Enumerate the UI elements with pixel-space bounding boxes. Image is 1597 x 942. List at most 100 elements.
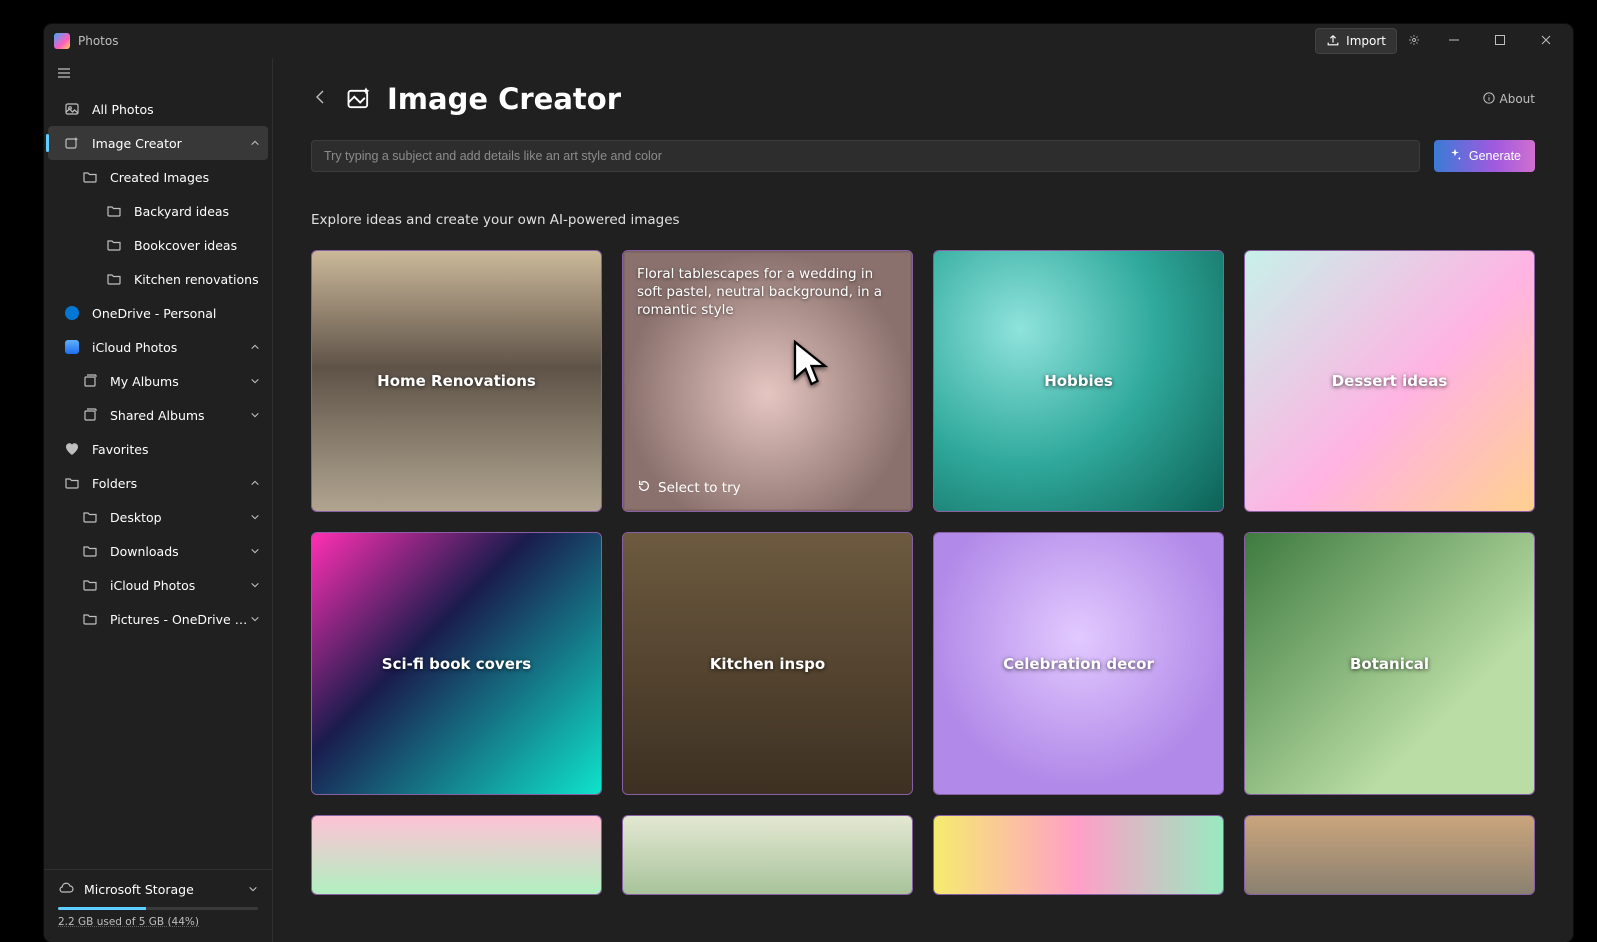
chevron-down-icon <box>250 544 260 559</box>
close-icon <box>1540 34 1552 49</box>
idea-card[interactable]: Celebration decor <box>933 532 1224 794</box>
chevron-up-icon <box>250 476 260 491</box>
sidebar-item-label: My Albums <box>110 374 250 389</box>
card-caption: Home Renovations <box>312 372 601 390</box>
app-window: Photos Import <box>44 24 1573 942</box>
idea-card[interactable] <box>1244 815 1535 895</box>
idea-card[interactable]: Kitchen inspo <box>622 532 913 794</box>
info-icon <box>1483 92 1495 107</box>
sidebar-item-label: Image Creator <box>92 136 250 151</box>
sidebar-item-label: Pictures - OneDrive Personal <box>110 612 250 627</box>
import-icon <box>1326 33 1340 50</box>
idea-card[interactable]: Floral tablescapes for a wedding in soft… <box>622 250 913 512</box>
page-title: Image Creator <box>387 82 621 116</box>
chevron-down-icon <box>250 510 260 525</box>
sidebar-item-label: Desktop <box>110 510 250 525</box>
storage-fill <box>58 907 146 910</box>
idea-card[interactable]: Dessert ideas <box>1244 250 1535 512</box>
card-caption: Celebration decor <box>934 655 1223 673</box>
sidebar-item-label: All Photos <box>92 102 260 117</box>
back-button[interactable] <box>311 89 331 109</box>
settings-button[interactable] <box>1397 24 1431 58</box>
sidebar-item-folders[interactable]: Folders <box>48 466 268 500</box>
album-icon <box>82 373 98 389</box>
folder-icon <box>106 203 122 219</box>
chevron-down-icon <box>250 374 260 389</box>
minimize-button[interactable] <box>1431 24 1477 58</box>
hamburger-button[interactable] <box>44 58 272 92</box>
about-link[interactable]: About <box>1483 92 1535 107</box>
arrow-left-icon <box>313 89 329 109</box>
idea-card[interactable]: Botanical <box>1244 532 1535 794</box>
card-background <box>312 816 601 894</box>
sidebar-item-desktop[interactable]: Desktop <box>48 500 268 534</box>
sidebar-item-label: Favorites <box>92 442 260 457</box>
gear-icon <box>1408 34 1420 49</box>
hamburger-icon <box>56 65 72 85</box>
sidebar-item-icloudf[interactable]: iCloud Photos <box>48 568 268 602</box>
sidebar-item-label: iCloud Photos <box>92 340 250 355</box>
idea-card[interactable]: Home Renovations <box>311 250 602 512</box>
app-title: Photos <box>78 34 118 48</box>
sidebar-item-all-photos[interactable]: All Photos <box>48 92 268 126</box>
idea-card[interactable]: Sci-fi book covers <box>311 532 602 794</box>
idea-card[interactable] <box>933 815 1224 895</box>
sidebar-item-label: Created Images <box>110 170 260 185</box>
folder-icon <box>106 271 122 287</box>
sidebar-item-onedrive[interactable]: OneDrive - Personal <box>48 296 268 330</box>
maximize-button[interactable] <box>1477 24 1523 58</box>
idea-card[interactable] <box>311 815 602 895</box>
card-caption: Botanical <box>1245 655 1534 673</box>
card-description: Floral tablescapes for a wedding in soft… <box>637 265 898 320</box>
select-to-try[interactable]: Select to try <box>637 479 741 497</box>
prompt-input[interactable] <box>311 140 1420 172</box>
sidebar-item-picsod[interactable]: Pictures - OneDrive Personal <box>48 602 268 636</box>
storage-label: Microsoft Storage <box>84 882 194 897</box>
sidebar-item-label: OneDrive - Personal <box>92 306 260 321</box>
idea-card[interactable]: Hobbies <box>933 250 1224 512</box>
sidebar-item-backyard[interactable]: Backyard ideas <box>48 194 268 228</box>
folder-icon <box>64 475 80 491</box>
sparkle-icon <box>64 135 80 151</box>
sidebar-item-bookcover[interactable]: Bookcover ideas <box>48 228 268 262</box>
folder-icon <box>82 611 98 627</box>
import-button[interactable]: Import <box>1315 28 1397 54</box>
page-header: Image Creator About <box>311 82 1535 116</box>
card-caption: Dessert ideas <box>1245 372 1534 390</box>
generate-button[interactable]: Generate <box>1434 140 1535 172</box>
sidebar-item-myalbums[interactable]: My Albums <box>48 364 268 398</box>
replay-icon <box>637 479 651 497</box>
title-bar: Photos Import <box>44 24 1573 58</box>
sidebar-item-label: Bookcover ideas <box>134 238 260 253</box>
sidebar: All Photos Image Creator Created Images Bac… <box>44 58 273 942</box>
folder-icon <box>82 169 98 185</box>
sidebar-item-image-creator[interactable]: Image Creator <box>48 126 268 160</box>
storage-panel[interactable]: Microsoft Storage 2.2 GB used of 5 GB (4… <box>44 869 272 942</box>
card-caption: Hobbies <box>934 372 1223 390</box>
main-panel: Image Creator About Generate <box>273 58 1573 942</box>
maximize-icon <box>1494 34 1506 49</box>
sidebar-nav: All Photos Image Creator Created Images Bac… <box>44 92 272 869</box>
sidebar-item-icloud[interactable]: iCloud Photos <box>48 330 268 364</box>
chevron-up-icon <box>250 136 260 151</box>
sidebar-item-favorites[interactable]: Favorites <box>48 432 268 466</box>
card-background <box>1245 816 1534 894</box>
chevron-down-icon <box>250 578 260 593</box>
folder-icon <box>106 237 122 253</box>
idea-card[interactable] <box>622 815 913 895</box>
import-label: Import <box>1346 34 1386 48</box>
minimize-icon <box>1448 34 1460 49</box>
app-icon <box>54 33 70 49</box>
sidebar-item-kitchenreno[interactable]: Kitchen renovations <box>48 262 268 296</box>
folder-icon <box>82 509 98 525</box>
ideas-grid: Home Renovations Floral tablescapes for a… <box>311 250 1535 895</box>
storage-bar <box>58 907 258 910</box>
sidebar-item-label: Downloads <box>110 544 250 559</box>
sidebar-item-sharedalbums[interactable]: Shared Albums <box>48 398 268 432</box>
chevron-up-icon <box>250 340 260 355</box>
close-button[interactable] <box>1523 24 1569 58</box>
cloud-icon <box>64 305 80 321</box>
sidebar-item-created[interactable]: Created Images <box>48 160 268 194</box>
sidebar-item-downloads[interactable]: Downloads <box>48 534 268 568</box>
card-background <box>934 816 1223 894</box>
